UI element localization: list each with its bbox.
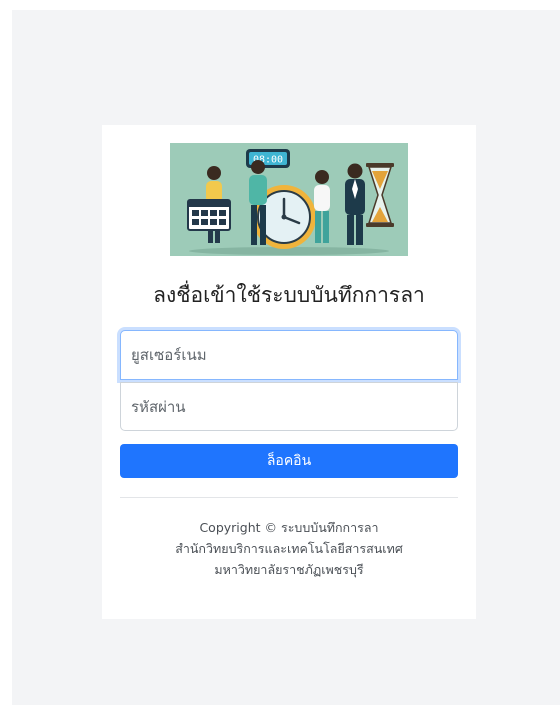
password-input[interactable] <box>120 382 458 431</box>
woman-with-calendar-figure <box>187 166 231 243</box>
hourglass-icon <box>366 163 394 227</box>
login-card: 08:00 ลงชื่อเข้าใช้ระบบบันทึกการลา ยูสเซ… <box>102 125 476 619</box>
university-name: มหาวิทยาลัยราชภัฏเพชรบุรี <box>214 562 364 577</box>
footer: Copyright © ระบบบันทึกการลา สำนักวิทยบริ… <box>102 517 476 580</box>
divider <box>120 497 458 498</box>
woman-figure <box>314 170 330 243</box>
copyright-text: Copyright © ระบบบันทึกการลา <box>199 520 379 535</box>
login-button[interactable]: ล็อคอิน <box>120 444 458 478</box>
office-name: สำนักวิทยบริการและเทคโนโลยีสารสนเทศ <box>175 541 403 556</box>
page-title: ลงชื่อเข้าใช้ระบบบันทึกการลา <box>153 283 425 307</box>
page-background: 08:00 ลงชื่อเข้าใช้ระบบบันทึกการลา ยูสเซ… <box>12 10 560 705</box>
time-management-illustration: 08:00 <box>170 143 408 256</box>
username-input[interactable] <box>120 330 458 380</box>
businessman-figure <box>345 163 365 245</box>
